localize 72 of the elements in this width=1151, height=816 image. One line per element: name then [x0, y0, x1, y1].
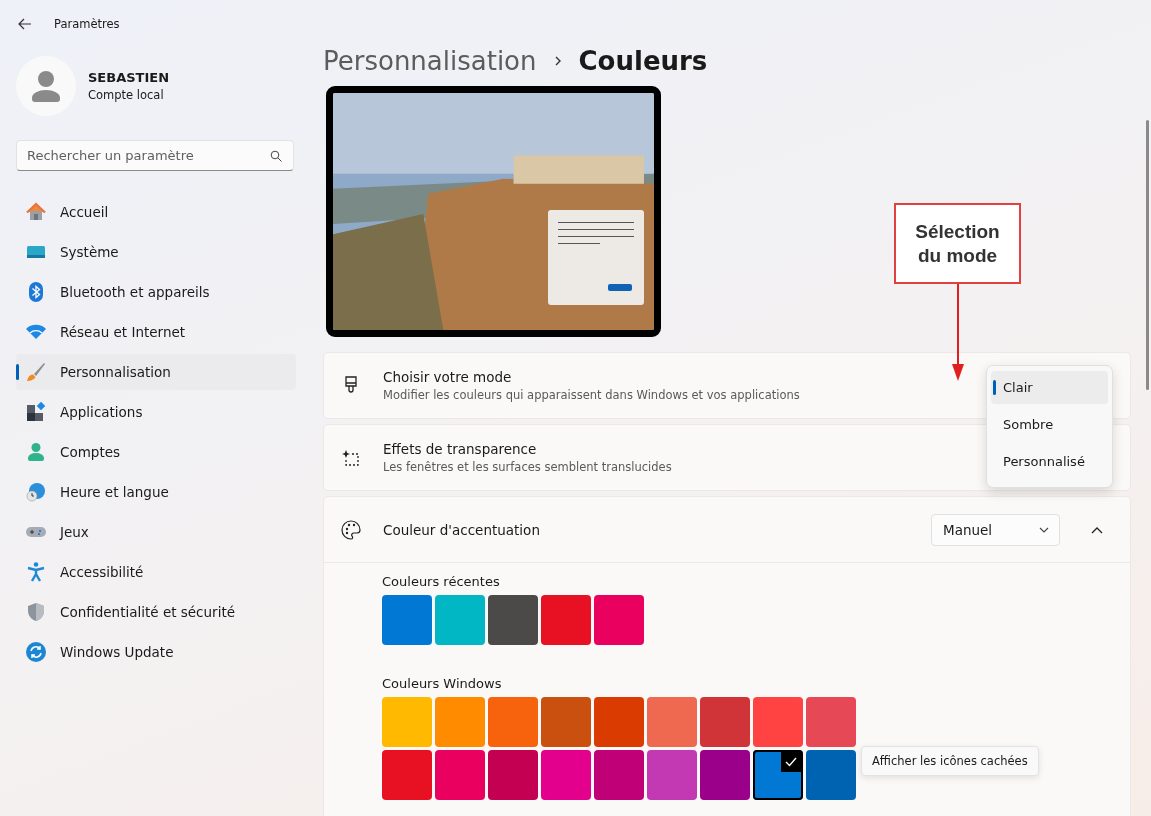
card-description: Les fenêtres et les surfaces semblent translucides — [383, 460, 672, 474]
chevron-down-icon — [1039, 525, 1049, 534]
section-label: Couleurs Windows — [382, 676, 503, 691]
back-arrow-icon[interactable] — [18, 18, 32, 30]
sidebar-item[interactable]: Heure et langue — [16, 474, 296, 510]
color-swatch[interactable] — [594, 697, 644, 747]
card-title: Effets de transparence — [383, 441, 537, 457]
sidebar-item[interactable]: Système — [16, 234, 296, 270]
color-swatch[interactable] — [647, 750, 697, 800]
color-swatch[interactable] — [488, 595, 538, 645]
color-swatch[interactable] — [541, 697, 591, 747]
shield-icon — [26, 602, 46, 622]
window-title: Paramètres — [54, 17, 120, 31]
color-swatch[interactable] — [541, 750, 591, 800]
color-swatch[interactable] — [435, 750, 485, 800]
color-swatch[interactable] — [753, 697, 803, 747]
sidebar-item[interactable]: Personnalisation — [16, 354, 296, 390]
color-swatch[interactable] — [594, 750, 644, 800]
sidebar-item[interactable]: Confidentialité et sécurité — [16, 594, 296, 630]
menu-option[interactable]: Clair — [991, 371, 1108, 404]
sidebar-item[interactable]: Applications — [16, 394, 296, 430]
card-title: Couleur d'accentuation — [383, 521, 540, 538]
sidebar-item[interactable]: Comptes — [16, 434, 296, 470]
scrollbar[interactable] — [1146, 120, 1149, 390]
search-icon — [270, 150, 282, 162]
color-swatch[interactable] — [382, 750, 432, 800]
menu-option[interactable]: Sombre — [991, 408, 1108, 441]
card-description: Modifier les couleurs qui apparaissent dans Windows et vos applications — [383, 388, 800, 402]
color-swatch[interactable] — [594, 595, 644, 645]
palette-icon — [341, 519, 361, 540]
color-swatch[interactable] — [806, 750, 856, 800]
breadcrumb-parent[interactable]: Personnalisation — [323, 46, 537, 76]
sidebar-item[interactable]: Réseau et Internet — [16, 314, 296, 350]
annotation-callout: Sélection du mode — [894, 203, 1021, 284]
color-swatch[interactable] — [806, 697, 856, 747]
wifi-icon — [26, 322, 46, 342]
color-swatch[interactable] — [382, 595, 432, 645]
sync-icon — [26, 642, 46, 662]
sidebar-item[interactable]: Bluetooth et appareils — [16, 274, 296, 310]
color-swatch[interactable] — [435, 595, 485, 645]
color-swatch[interactable] — [700, 697, 750, 747]
color-swatch[interactable] — [541, 595, 591, 645]
search-field[interactable]: Rechercher un paramètre — [16, 140, 294, 171]
color-swatch[interactable] — [382, 697, 432, 747]
color-swatch[interactable] — [435, 697, 485, 747]
sidebar-item[interactable]: Windows Update — [16, 634, 296, 670]
color-swatch[interactable] — [700, 750, 750, 800]
bluetooth-icon — [26, 282, 46, 302]
globe-clock-icon — [26, 482, 46, 502]
person-icon — [26, 442, 46, 462]
house-icon — [26, 202, 46, 222]
color-swatch[interactable] — [488, 750, 538, 800]
color-swatch[interactable] — [647, 697, 697, 747]
tooltip: Afficher les icônes cachées — [861, 746, 1039, 776]
section-label: Couleurs récentes — [382, 574, 501, 589]
accent-dropdown[interactable]: Manuel — [931, 513, 1060, 546]
chevron-up-icon — [1091, 525, 1103, 534]
account-type: Compte local — [88, 88, 165, 102]
card-title: Choisir votre mode — [383, 369, 512, 385]
apps-grid-icon — [26, 402, 46, 422]
accessibility-icon — [26, 562, 46, 582]
checkmark-icon — [781, 752, 801, 772]
color-swatch[interactable] — [753, 750, 803, 800]
user-name: SEBASTIEN — [88, 70, 170, 85]
sidebar-item[interactable]: Accessibilité — [16, 554, 296, 590]
sidebar-item[interactable]: Accueil — [16, 194, 296, 230]
menu-option[interactable]: Personnalisé — [991, 445, 1108, 478]
sidebar-item[interactable]: Jeux — [16, 514, 296, 550]
color-swatch[interactable] — [488, 697, 538, 747]
paintbrush-icon — [26, 362, 46, 382]
avatar-icon — [16, 56, 76, 116]
page-title: Couleurs — [578, 46, 708, 76]
